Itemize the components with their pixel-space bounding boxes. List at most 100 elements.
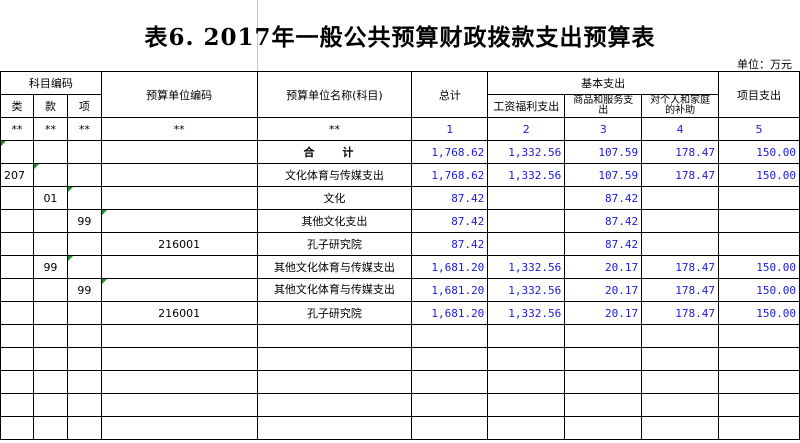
cell-salary: 1,332.56 (487, 255, 566, 279)
page-title: 表6. 2017年一般公共预算财政拨款支出预算表 (144, 24, 656, 51)
empty-row (0, 393, 800, 417)
cell-personal (641, 186, 720, 210)
empty-row (0, 324, 800, 348)
cell-salary (487, 232, 566, 256)
cell-lei (0, 209, 34, 233)
header-project: 项目支出 (718, 71, 800, 118)
table-row: 01 文化 87.42 87.42 (0, 186, 800, 210)
table-row: 99 其他文化支出 87.42 87.42 (0, 209, 800, 233)
cell-personal: 178.47 (641, 163, 720, 187)
cell-kuan: 99 (32, 255, 68, 279)
cell-goods: 20.17 (564, 255, 643, 279)
cell-unit-name: 其他文化体育与传媒支出 (256, 278, 413, 302)
index-cell: ** (256, 117, 413, 141)
cell-kuan: 01 (32, 186, 68, 210)
cell-xiang (66, 163, 102, 187)
cell-personal (641, 232, 720, 256)
header-goods: 商品和服务支出 (564, 94, 643, 118)
header-xiang: 项 (66, 94, 102, 118)
budget-table: 科目编码 预算单位编码 预算单位名称(科目) 总计 基本支出 项目支出 类 款 … (0, 71, 800, 440)
cell-unit-name: 合 计 (256, 140, 413, 164)
cell-unit-code: 216001 (100, 232, 258, 256)
table-body: ** ** ** ** ** 1 2 3 4 5 合 计 1,768.62 1,… (0, 117, 800, 440)
unit-label: 单位：万元 (737, 58, 792, 71)
table-row: 207 文化体育与传媒支出 1,768.62 1,332.56 107.59 1… (0, 163, 800, 187)
cell-unit-code (100, 163, 258, 187)
cell-goods: 87.42 (564, 209, 643, 233)
cell-goods: 87.42 (564, 186, 643, 210)
cell-unit-code (100, 140, 258, 164)
cell-salary: 1,332.56 (487, 278, 566, 302)
cell-lei (0, 301, 34, 325)
cell-total: 87.42 (411, 232, 489, 256)
cell-unit-code (100, 186, 258, 210)
cell-project: 150.00 (718, 301, 800, 325)
header-lei: 类 (0, 94, 34, 118)
cell-xiang (66, 140, 102, 164)
cell-xiang: 99 (66, 278, 102, 302)
cell-total: 1,768.62 (411, 140, 489, 164)
cell-unit-code (100, 209, 258, 233)
index-cell: 2 (487, 117, 566, 141)
cell-xiang (66, 301, 102, 325)
index-row: ** ** ** ** ** 1 2 3 4 5 (0, 117, 800, 141)
cell-unit-code (100, 278, 258, 302)
index-cell: 1 (411, 117, 489, 141)
table-row: 216001 孔子研究院 1,681.20 1,332.56 20.17 178… (0, 301, 800, 325)
cell-goods: 20.17 (564, 301, 643, 325)
table-row: 216001 孔子研究院 87.42 87.42 (0, 232, 800, 256)
header-total: 总计 (411, 71, 489, 118)
cell-project (718, 209, 800, 233)
cell-lei (0, 140, 34, 164)
cell-personal: 178.47 (641, 278, 720, 302)
index-cell: 3 (564, 117, 643, 141)
cell-unit-name: 文化体育与传媒支出 (256, 163, 413, 187)
cell-salary (487, 209, 566, 233)
cell-lei (0, 255, 34, 279)
cell-total: 87.42 (411, 209, 489, 233)
header-kuan: 款 (32, 94, 68, 118)
cell-total: 1,681.20 (411, 278, 489, 302)
cell-lei (0, 186, 34, 210)
cell-xiang (66, 186, 102, 210)
cell-unit-code: 216001 (100, 301, 258, 325)
header-unit-code: 预算单位编码 (100, 71, 258, 118)
cell-unit-code (100, 255, 258, 279)
cell-lei (0, 278, 34, 302)
index-cell: ** (100, 117, 258, 141)
cell-unit-name: 其他文化体育与传媒支出 (256, 255, 413, 279)
empty-row (0, 370, 800, 394)
cell-project (718, 232, 800, 256)
index-cell: 4 (641, 117, 720, 141)
cell-salary (487, 186, 566, 210)
cell-personal: 178.47 (641, 255, 720, 279)
cell-personal: 178.47 (641, 301, 720, 325)
cell-lei (0, 232, 34, 256)
cell-project: 150.00 (718, 163, 800, 187)
cell-kuan (32, 163, 68, 187)
cell-unit-name: 其他文化支出 (256, 209, 413, 233)
cell-goods: 107.59 (564, 163, 643, 187)
cell-salary: 1,332.56 (487, 163, 566, 187)
index-cell: ** (66, 117, 102, 141)
cell-goods: 20.17 (564, 278, 643, 302)
cell-xiang (66, 255, 102, 279)
cell-kuan (32, 232, 68, 256)
cell-salary: 1,332.56 (487, 140, 566, 164)
table-row: 99 其他文化体育与传媒支出 1,681.20 1,332.56 20.17 1… (0, 278, 800, 302)
cell-unit-name: 文化 (256, 186, 413, 210)
empty-row (0, 347, 800, 371)
table-row: 合 计 1,768.62 1,332.56 107.59 178.47 150.… (0, 140, 800, 164)
cell-salary: 1,332.56 (487, 301, 566, 325)
cell-project: 150.00 (718, 140, 800, 164)
header-personal: 对个人和家庭的补助 (641, 94, 720, 118)
index-cell: 5 (718, 117, 800, 141)
cell-kuan (32, 301, 68, 325)
header-salary: 工资福利支出 (487, 94, 566, 118)
cell-personal (641, 209, 720, 233)
cell-lei: 207 (0, 163, 34, 187)
cell-unit-name: 孔子研究院 (256, 232, 413, 256)
cell-kuan (32, 209, 68, 233)
empty-row (0, 416, 800, 440)
cell-xiang (66, 232, 102, 256)
